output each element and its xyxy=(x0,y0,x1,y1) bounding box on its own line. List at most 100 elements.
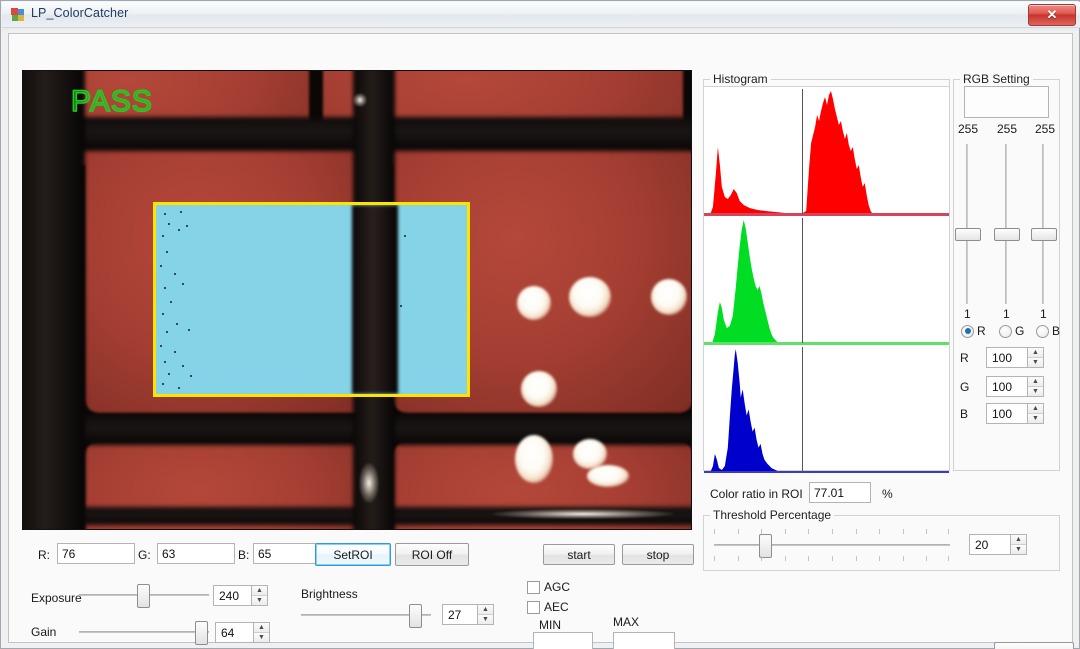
readout-label-b: B: xyxy=(238,548,250,562)
close-button[interactable]: ✕ xyxy=(1028,4,1076,26)
spinner-down-icon[interactable]: ▼ xyxy=(1028,414,1043,423)
slider-ticks-top xyxy=(714,529,950,534)
checkbox-icon xyxy=(527,580,540,594)
radio-channel-b[interactable]: B xyxy=(1036,324,1060,338)
application-window: LP_ColorCatcher ✕ PASS Histogram RGB Set… xyxy=(0,0,1080,649)
rgb-field-label-b: B xyxy=(960,407,969,421)
radio-channel-r[interactable]: R xyxy=(961,324,986,338)
spinner-up-icon[interactable]: ▲ xyxy=(1028,348,1043,358)
spinner-buttons[interactable]: ▲ ▼ xyxy=(1027,403,1044,424)
rgb-slider-b[interactable] xyxy=(1031,144,1057,304)
exit-button[interactable]: Exit xyxy=(994,642,1074,649)
brightness-slider[interactable] xyxy=(301,603,431,628)
threshold-slider[interactable] xyxy=(714,529,950,561)
readout-value-g: 63 xyxy=(157,543,235,564)
stop-button[interactable]: stop xyxy=(622,544,694,565)
spinner-value[interactable]: 100 xyxy=(986,403,1027,424)
readout-label-g: G: xyxy=(138,548,151,562)
spinner-down-icon[interactable]: ▼ xyxy=(1028,358,1043,367)
readout-label-r: R: xyxy=(38,548,50,562)
roi-off-button[interactable]: ROI Off xyxy=(395,543,469,566)
rgb-spinner-g[interactable]: 100 ▲ ▼ xyxy=(986,376,1044,397)
spinner-up-icon[interactable]: ▲ xyxy=(252,586,267,596)
histogram-group-title: Histogram xyxy=(710,72,771,86)
spinner-buttons[interactable]: ▲ ▼ xyxy=(251,585,268,606)
histogram-green xyxy=(704,216,949,344)
radio-label: R xyxy=(977,324,986,338)
spinner-up-icon[interactable]: ▲ xyxy=(1028,404,1043,414)
histogram-blue xyxy=(704,345,949,473)
spinner-up-icon[interactable]: ▲ xyxy=(1028,377,1043,387)
spinner-value[interactable]: 100 xyxy=(986,347,1027,368)
slider-track xyxy=(1005,144,1007,304)
slider-thumb[interactable] xyxy=(759,534,772,558)
spinner-buttons[interactable]: ▲ ▼ xyxy=(1010,534,1027,555)
color-ratio-unit: % xyxy=(882,487,893,501)
spinner-value[interactable]: 20 xyxy=(969,534,1010,555)
gain-slider[interactable] xyxy=(79,620,209,645)
gain-label: Gain xyxy=(31,625,57,639)
spinner-down-icon[interactable]: ▼ xyxy=(254,633,269,642)
exposure-spinner[interactable]: 240 ▲ ▼ xyxy=(213,585,268,606)
slider-thumb[interactable] xyxy=(409,604,422,628)
aec-checkbox[interactable]: AEC xyxy=(527,600,569,614)
camera-preview[interactable]: PASS xyxy=(22,70,692,530)
slider-thumb[interactable] xyxy=(195,621,208,645)
spinner-down-icon[interactable]: ▼ xyxy=(252,596,267,605)
rgb-field-label-r: R xyxy=(960,351,969,365)
spinner-up-icon[interactable]: ▲ xyxy=(478,605,493,615)
radio-dot-icon xyxy=(961,324,974,338)
set-roi-button[interactable]: SetROI xyxy=(315,543,391,566)
spinner-buttons[interactable]: ▲ ▼ xyxy=(1027,376,1044,397)
spinner-value[interactable]: 27 xyxy=(442,604,477,625)
spinner-value[interactable]: 100 xyxy=(986,376,1027,397)
close-icon: ✕ xyxy=(1046,7,1058,22)
pass-status-label: PASS xyxy=(70,84,153,119)
spinner-down-icon[interactable]: ▼ xyxy=(1011,545,1026,554)
slider-track xyxy=(966,144,968,304)
spinner-buttons[interactable]: ▲ ▼ xyxy=(253,622,270,643)
spinner-value[interactable]: 240 xyxy=(213,585,251,606)
roi-rectangle[interactable] xyxy=(153,202,470,397)
brightness-spinner[interactable]: 27 ▲ ▼ xyxy=(442,604,494,625)
radio-label: G xyxy=(1015,324,1025,338)
spinner-buttons[interactable]: ▲ ▼ xyxy=(477,604,494,625)
agc-label: AGC xyxy=(544,580,571,594)
slider-track xyxy=(79,631,209,633)
rgb-slider-g[interactable] xyxy=(994,144,1020,304)
client-area: PASS Histogram RGB Setting 255 255 255 1… xyxy=(8,33,1074,649)
spinner-buttons[interactable]: ▲ ▼ xyxy=(1027,347,1044,368)
spinner-down-icon[interactable]: ▼ xyxy=(1028,387,1043,396)
agc-checkbox[interactable]: AGC xyxy=(527,580,570,594)
max-label: MAX xyxy=(613,615,640,629)
radio-label: B xyxy=(1052,324,1061,338)
slider-track xyxy=(714,544,950,546)
app-icon xyxy=(11,8,24,21)
spinner-up-icon[interactable]: ▲ xyxy=(1011,535,1026,545)
readout-value-b: 65 xyxy=(253,543,319,564)
window-title: LP_ColorCatcher xyxy=(31,6,129,20)
checkbox-icon xyxy=(527,600,540,614)
gain-spinner[interactable]: 64 ▲ ▼ xyxy=(215,622,270,643)
threshold-spinner[interactable]: 20 ▲ ▼ xyxy=(969,534,1027,555)
rgb-slider-r[interactable] xyxy=(955,144,981,304)
slider-thumb[interactable] xyxy=(994,228,1020,241)
spinner-value[interactable]: 64 xyxy=(215,622,253,643)
slider-thumb[interactable] xyxy=(137,584,150,608)
spinner-down-icon[interactable]: ▼ xyxy=(478,615,493,624)
rgb-spinner-b[interactable]: 100 ▲ ▼ xyxy=(986,403,1044,424)
max-input[interactable] xyxy=(613,632,675,649)
rgb-slider-value-g: 1 xyxy=(1003,307,1010,321)
spinner-up-icon[interactable]: ▲ xyxy=(254,623,269,633)
slider-thumb[interactable] xyxy=(1031,228,1057,241)
min-label: MIN xyxy=(539,618,561,632)
min-input[interactable] xyxy=(533,632,593,649)
exposure-slider[interactable] xyxy=(79,583,209,608)
start-button[interactable]: start xyxy=(543,544,615,565)
slider-ticks-bottom xyxy=(714,556,950,561)
threshold-group-title: Threshold Percentage xyxy=(710,508,835,522)
slider-thumb[interactable] xyxy=(955,228,981,241)
radio-channel-g[interactable]: G xyxy=(999,324,1024,338)
rgb-spinner-r[interactable]: 100 ▲ ▼ xyxy=(986,347,1044,368)
rgb-setting-group-title: RGB Setting xyxy=(960,72,1033,86)
